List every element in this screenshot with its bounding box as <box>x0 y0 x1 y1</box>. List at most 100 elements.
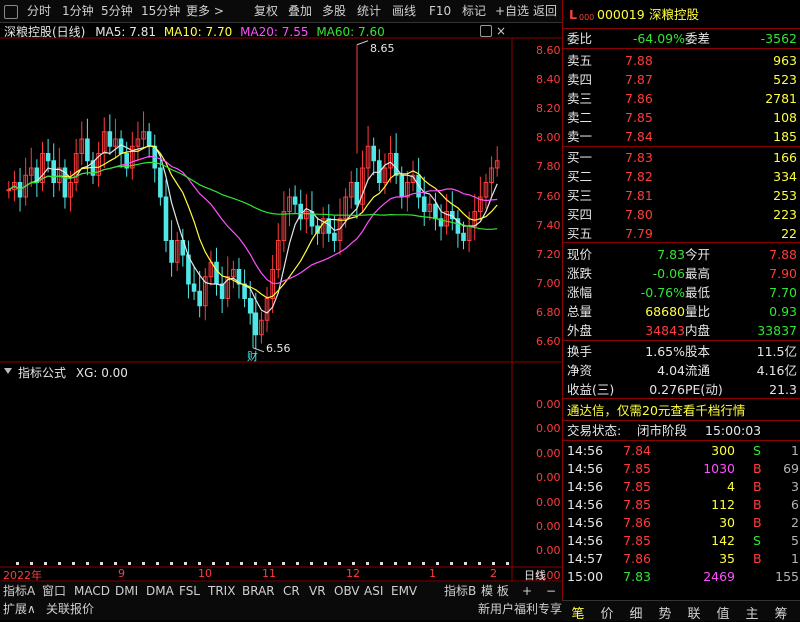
tab-cr[interactable]: CR <box>283 583 300 599</box>
ma20-label: MA20: 7.55 <box>240 25 309 39</box>
high-pointer <box>356 40 369 46</box>
tick-time: 14:56 <box>567 461 604 476</box>
tick-price: 7.86 <box>623 515 651 530</box>
quote-tab-4[interactable]: 联 <box>680 603 708 622</box>
bid-label: 买一 <box>567 150 593 165</box>
quote-label-1: 现价 <box>567 247 593 262</box>
tick-row: 14:56 7.84 300 S 1 <box>563 442 800 460</box>
tool-tongji[interactable]: 统计 <box>357 3 381 19</box>
bid-volume: 223 <box>773 207 797 222</box>
promo-text[interactable]: 通达信，仅需20元查看千档行情 <box>567 401 745 420</box>
new-user-promo[interactable]: 新用户福利专享 <box>478 601 562 617</box>
candle-body <box>51 160 57 183</box>
tool-biaoji[interactable]: 标记 <box>462 3 486 19</box>
tool-back[interactable]: 返回 <box>533 3 557 19</box>
tool-fuquan[interactable]: 复权 <box>254 3 278 19</box>
tool-diejia[interactable]: 叠加 <box>288 3 312 19</box>
tab-asi[interactable]: ASI <box>364 583 383 599</box>
menu-icon[interactable] <box>4 5 18 19</box>
ask-label: 卖二 <box>567 110 593 125</box>
tab-obv[interactable]: OBV <box>334 583 360 599</box>
ma60-label: MA60: 7.60 <box>316 25 385 39</box>
tool-15min[interactable]: 15分钟 <box>141 3 180 19</box>
close-icon[interactable]: × <box>496 24 506 38</box>
tool-1min[interactable]: 1分钟 <box>62 3 94 19</box>
bid-row: 买一 7.83 166 <box>563 148 800 167</box>
finance-marker[interactable]: 财 <box>247 348 258 364</box>
quote-tab-5[interactable]: 值 <box>709 603 737 622</box>
quote-panel: L 000 000019 深粮控股 委比 -64.09% 委差 -3562 通达… <box>562 0 800 620</box>
quote-value-1: -0.76% <box>640 285 685 300</box>
tab-emv[interactable]: EMV <box>391 583 417 599</box>
tab-trix[interactable]: TRIX <box>208 583 235 599</box>
quote-tab-3[interactable]: 势 <box>651 603 679 622</box>
tab-window[interactable]: 窗口 <box>42 583 66 599</box>
bid-volume: 334 <box>773 169 797 184</box>
candle-body <box>421 196 427 212</box>
tool-5min[interactable]: 5分钟 <box>101 3 133 19</box>
candle-body <box>433 203 438 220</box>
tick-volume: 30 <box>719 515 735 530</box>
indicator-dot <box>310 562 313 565</box>
kline-chart-area[interactable]: 深粮控股(日线) MA5: 7.81 MA10: 7.70 MA20: 7.55… <box>0 22 562 606</box>
quote-tab-0[interactable]: 笔 <box>564 603 592 622</box>
tool-add-watch[interactable]: +自选 <box>495 3 529 19</box>
tool-f10[interactable]: F10 <box>429 3 451 19</box>
quote-value-2: 7.88 <box>769 247 797 262</box>
quote-tab-1[interactable]: 价 <box>593 603 621 622</box>
quote-tab-6[interactable]: 主 <box>738 603 766 622</box>
expand-button[interactable]: 扩展∧ <box>3 601 36 617</box>
tick-row: 14:57 7.86 35 B 1 <box>563 550 800 568</box>
indicator-dot <box>16 562 19 565</box>
tab-indicator-b[interactable]: 指标B <box>444 583 476 599</box>
indicator-tabs-bar: 指标A 窗口 MACD DMI DMA FSL TRIX BRAR CR VR … <box>0 582 562 620</box>
quote-value-2: 0.93 <box>769 304 797 319</box>
tick-row: 14:56 7.85 112 B 6 <box>563 496 800 514</box>
tab-indicator-a[interactable]: 指标A <box>3 583 35 599</box>
tab-dma[interactable]: DMA <box>146 583 174 599</box>
indicator-value: XG: 0.00 <box>75 366 128 380</box>
add-window-button[interactable]: + <box>522 583 532 599</box>
chevron-down-icon[interactable] <box>4 368 12 374</box>
remove-window-button[interactable]: − <box>546 583 556 599</box>
tab-template[interactable]: 模 板 <box>481 583 509 599</box>
settings-icon[interactable] <box>480 25 492 37</box>
ask-price: 7.86 <box>625 91 653 106</box>
tab-macd[interactable]: MACD <box>74 583 110 599</box>
quote-value-1: 68680 <box>645 304 685 319</box>
candle-body <box>253 312 259 336</box>
indicator-header: 指标公式 XG: 0.00 <box>4 366 128 380</box>
indicator-title[interactable]: 指标公式 <box>18 366 66 380</box>
tool-fenshi[interactable]: 分时 <box>27 3 51 19</box>
indicator-dot <box>198 562 201 565</box>
indicator-dot <box>492 562 495 565</box>
tick-time: 15:00 <box>567 569 604 584</box>
bid-label: 买五 <box>567 226 593 241</box>
indicator-dot <box>380 562 383 565</box>
tick-row: 14:56 7.85 1030 B 69 <box>563 460 800 478</box>
indicator-dot <box>422 562 425 565</box>
tab-brar[interactable]: BRAR <box>242 583 275 599</box>
tab-vr[interactable]: VR <box>309 583 326 599</box>
tool-duogu[interactable]: 多股 <box>322 3 346 19</box>
tick-volume: 300 <box>711 443 735 458</box>
tool-more[interactable]: 更多 > <box>186 3 224 19</box>
related-quotes-button[interactable]: 关联报价 <box>46 601 94 617</box>
tool-huaxian[interactable]: 画线 <box>392 3 416 19</box>
quote-tab-7[interactable]: 筹 <box>767 603 795 622</box>
tab-fsl[interactable]: FSL <box>179 583 200 599</box>
period-label[interactable]: 日线 <box>524 567 546 583</box>
indicator-dot <box>44 562 47 565</box>
stock-name: 深粮控股 <box>649 7 700 22</box>
ask-volume: 2781 <box>765 91 797 106</box>
tick-side: B <box>753 515 762 530</box>
ask-price: 7.87 <box>625 72 653 87</box>
bid-label: 买四 <box>567 207 593 222</box>
quote-value-2: 7.70 <box>769 285 797 300</box>
tick-volume: 4 <box>727 479 735 494</box>
quote-tab-2[interactable]: 细 <box>622 603 650 622</box>
indicator-dot <box>282 562 285 565</box>
kline-svg[interactable] <box>0 22 562 582</box>
promo-row[interactable]: 通达信，仅需20元查看千档行情 <box>563 401 800 420</box>
tab-dmi[interactable]: DMI <box>115 583 138 599</box>
